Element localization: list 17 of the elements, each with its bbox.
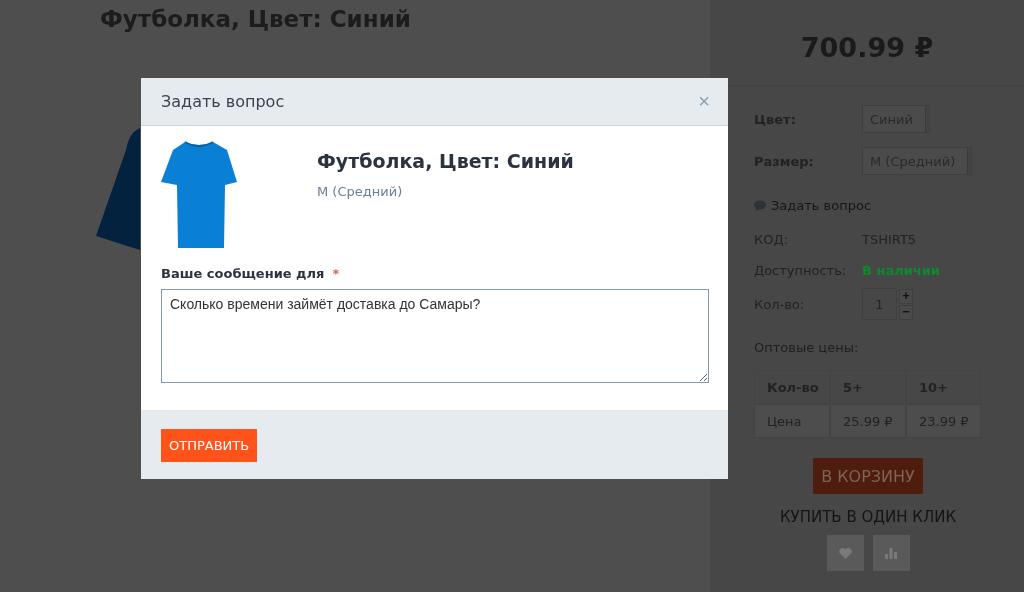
availability-status: В наличии	[862, 263, 940, 278]
close-button[interactable]: ×	[698, 90, 710, 113]
bar-chart-icon	[885, 547, 897, 559]
product-variant: M (Средний)	[317, 184, 404, 199]
decrement-button[interactable]: −	[899, 304, 913, 320]
send-button[interactable]: ОТПРАВИТЬ	[161, 429, 258, 462]
heart-icon	[838, 547, 852, 559]
dialog-product-title: Футболка, Цвет: Синий	[317, 150, 574, 172]
dialog-title: Задать вопрос	[161, 92, 285, 111]
wishlist-button[interactable]	[826, 535, 864, 571]
compare-button[interactable]	[872, 535, 910, 571]
add-to-cart-button[interactable]: В КОРЗИНУ	[813, 458, 923, 494]
chat-icon	[754, 199, 767, 211]
required-mark: *	[332, 266, 340, 281]
message-label: Ваше сообщение для	[161, 266, 325, 281]
message-field[interactable]: Сколько времени займёт доставка до Самары?	[161, 289, 709, 383]
increment-button[interactable]: +	[899, 288, 913, 304]
